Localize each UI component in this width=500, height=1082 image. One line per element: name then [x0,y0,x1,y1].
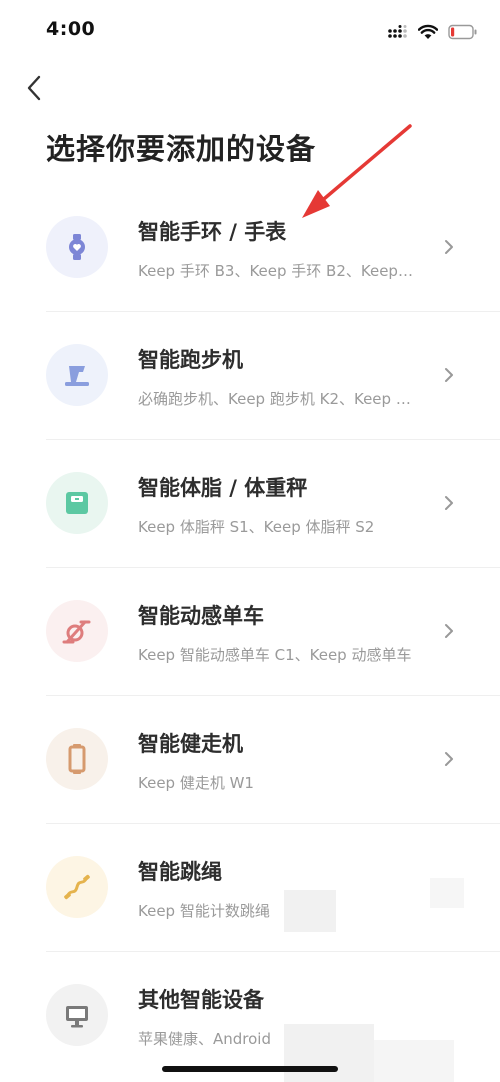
wifi-icon [418,24,438,39]
device-name: 智能跳绳 [138,860,222,884]
device-name: 智能动感单车 [138,604,264,628]
device-name: 智能体脂 / 体重秤 [138,476,308,500]
jump-rope-icon [64,874,90,900]
device-item-smart-band[interactable]: 智能手环 / 手表 Keep 手环 B3、Keep 手环 B2、Keep 手表 [0,184,500,312]
icon-circle [46,472,108,534]
scale-icon [66,492,88,514]
chevron-right-icon [442,366,456,384]
icon-circle [46,728,108,790]
icon-circle [46,856,108,918]
device-name: 智能跑步机 [138,348,243,372]
device-list: 智能手环 / 手表 Keep 手环 B3、Keep 手环 B2、Keep 手表 … [0,184,500,1080]
device-name: 智能健走机 [138,732,243,756]
device-item-treadmill[interactable]: 智能跑步机 必确跑步机、Keep 跑步机 K2、Keep 跑步机 K1 [0,312,500,440]
signal-icon [388,25,407,38]
walking-machine-icon [68,744,86,774]
treadmill-icon [65,366,89,386]
home-indicator [162,1066,338,1072]
chevron-left-icon [27,75,41,101]
chevron-right-icon [442,622,456,640]
device-name: 智能手环 / 手表 [138,220,287,244]
device-desc: Keep 健走机 W1 [138,774,254,792]
icon-circle [46,600,108,662]
device-desc: Keep 智能计数跳绳 [138,902,270,920]
mosaic-patch [374,1040,454,1082]
device-item-walking-machine[interactable]: 智能健走机 Keep 健走机 W1 [0,696,500,824]
chevron-right-icon [442,494,456,512]
device-desc: Keep 体脂秤 S1、Keep 体脂秤 S2 [138,518,375,536]
mosaic-patch [430,878,464,908]
status-icons [388,20,478,44]
device-item-scale[interactable]: 智能体脂 / 体重秤 Keep 体脂秤 S1、Keep 体脂秤 S2 [0,440,500,568]
watch-icon [69,234,85,260]
device-item-spin-bike[interactable]: 智能动感单车 Keep 智能动感单车 C1、Keep 动感单车 [0,568,500,696]
device-item-jump-rope[interactable]: 智能跳绳 Keep 智能计数跳绳 [0,824,500,952]
mosaic-patch [284,890,336,932]
battery-icon [448,24,477,40]
device-desc: 必确跑步机、Keep 跑步机 K2、Keep 跑步机 K1 [138,390,416,408]
icon-circle [46,216,108,278]
bike-icon [62,620,91,644]
page-title: 选择你要添加的设备 [46,132,317,166]
mosaic-patch [284,1024,374,1082]
device-desc: Keep 智能动感单车 C1、Keep 动感单车 [138,646,412,664]
device-name: 其他智能设备 [138,988,264,1012]
chevron-right-icon [442,238,456,256]
status-time: 4:00 [46,18,96,40]
back-button[interactable] [14,68,54,108]
chevron-right-icon [442,750,456,768]
status-bar: 4:00 [0,0,500,64]
icon-circle [46,984,108,1046]
monitor-icon [66,1006,88,1028]
device-desc: Keep 手环 B3、Keep 手环 B2、Keep 手表 [138,262,416,280]
icon-circle [46,344,108,406]
